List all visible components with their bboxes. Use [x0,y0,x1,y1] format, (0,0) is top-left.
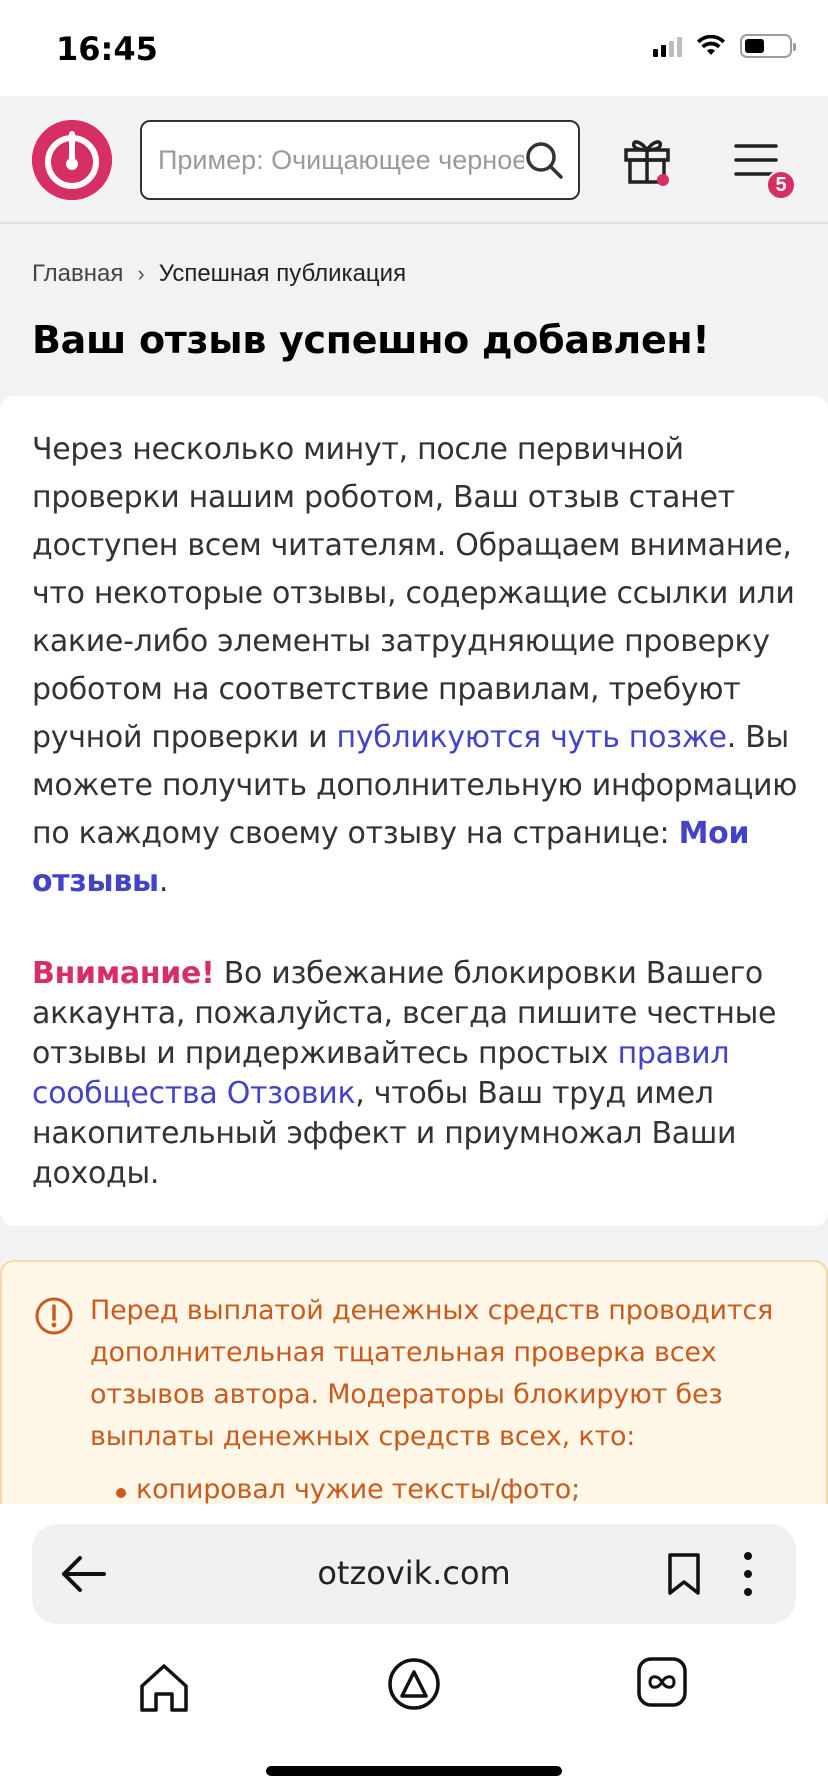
success-card: Через несколько минут, после первичной п… [0,396,828,1226]
address-bar[interactable]: otzovik.com [32,1524,796,1624]
payout-warning-box: Перед выплатой денежных средств проводит… [0,1260,828,1520]
breadcrumb: Главная › Успешная публикация [32,260,406,288]
page-title: Ваш отзыв успешно добавлен! [32,318,710,362]
battery-icon [740,34,796,58]
search-box[interactable] [140,120,580,200]
published-later-link[interactable]: публикуются чуть позже [337,720,728,755]
status-time: 16:45 [56,30,158,68]
attention-notice: Внимание! Во избежание блокировки Вашего… [32,954,802,1194]
browser-bottom-bar: otzovik.com [0,1504,828,1792]
alice-assistant-icon[interactable] [386,1656,442,1712]
site-header: 5 [0,96,828,224]
gift-notification-dot [657,174,669,186]
signal-icon [653,35,682,57]
search-icon[interactable] [524,140,564,180]
success-text-3: . [158,864,169,899]
exclamation-circle-icon [35,1297,73,1335]
warning-list-item: копировал чужие тексты/фото; [116,1474,580,1505]
more-options-icon[interactable] [738,1550,758,1598]
status-icons [653,34,796,58]
tabs-icon[interactable] [636,1656,688,1708]
logo-mark-icon [32,120,112,200]
wifi-icon [697,35,725,55]
home-indicator [266,1766,562,1776]
breadcrumb-separator: › [137,261,145,286]
payout-warning-text: Перед выплатой денежных средств проводит… [90,1295,774,1452]
otzovik-logo[interactable] [32,120,112,200]
success-text-1: Через несколько минут, после первичной п… [32,432,795,755]
menu-badge: 5 [766,170,796,200]
home-icon[interactable] [136,1660,192,1716]
attention-label: Внимание! [32,956,215,991]
status-bar: 16:45 [0,0,828,96]
search-input[interactable] [158,144,524,176]
bookmark-icon[interactable] [666,1552,702,1596]
breadcrumb-home[interactable]: Главная [32,260,123,288]
success-message: Через несколько минут, после первичной п… [32,426,802,906]
breadcrumb-current: Успешная публикация [158,260,407,287]
